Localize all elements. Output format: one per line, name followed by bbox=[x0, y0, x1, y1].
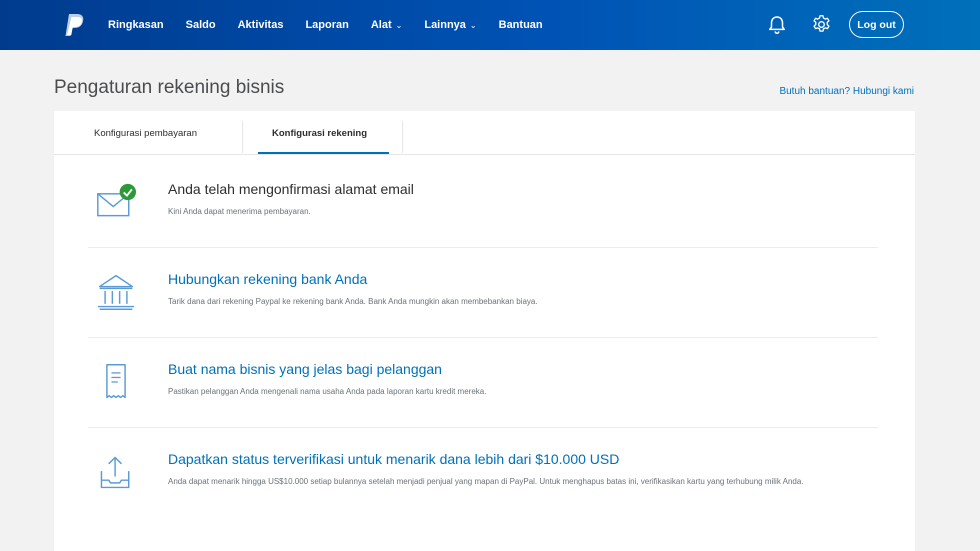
paypal-logo-icon[interactable] bbox=[64, 13, 86, 37]
nav-label: Alat bbox=[370, 19, 392, 31]
tab-payment-config[interactable]: Konfigurasi pembayaran bbox=[94, 111, 197, 155]
item-divider bbox=[88, 337, 878, 338]
nav-item-ringkasan[interactable]: Ringkasan bbox=[108, 19, 164, 31]
list-item-link-bank[interactable]: Hubungkan rekening bank Anda Tarik dana … bbox=[88, 271, 878, 331]
main-nav: Ringkasan Saldo Aktivitas Laporan Alat ⌄ … bbox=[108, 0, 565, 50]
nav-label: Lainnya bbox=[424, 19, 466, 31]
item-divider bbox=[88, 427, 878, 428]
nav-item-aktivitas[interactable]: Aktivitas bbox=[238, 19, 284, 31]
nav-item-bantuan[interactable]: Bantuan bbox=[499, 19, 543, 31]
bank-icon bbox=[97, 274, 135, 310]
active-tab-indicator bbox=[258, 152, 389, 154]
nav-label: Laporan bbox=[305, 19, 349, 31]
logout-button[interactable]: Log out bbox=[849, 11, 904, 38]
list-item-verified-status[interactable]: Dapatkan status terverifikasi untuk mena… bbox=[88, 451, 878, 521]
item-title: Anda telah mengonfirmasi alamat email bbox=[168, 181, 414, 197]
nav-item-alat[interactable]: Alat ⌄ bbox=[371, 19, 402, 31]
tab-account-config[interactable]: Konfigurasi rekening bbox=[272, 111, 367, 155]
tab-bar: Konfigurasi pembayaran Konfigurasi reken… bbox=[54, 111, 915, 155]
list-item-email-confirmed: Anda telah mengonfirmasi alamat email Ki… bbox=[88, 181, 878, 241]
envelope-check-icon bbox=[97, 183, 136, 217]
item-description: Pastikan pelanggan Anda mengenali nama u… bbox=[168, 387, 487, 396]
tab-divider bbox=[402, 121, 403, 153]
settings-card: Konfigurasi pembayaran Konfigurasi reken… bbox=[54, 111, 915, 551]
nav-item-lainnya[interactable]: Lainnya ⌄ bbox=[424, 19, 476, 31]
nav-label: Ringkasan bbox=[108, 19, 164, 31]
item-title[interactable]: Hubungkan rekening bank Anda bbox=[168, 271, 367, 287]
item-title[interactable]: Dapatkan status terverifikasi untuk mena… bbox=[168, 451, 619, 467]
nav-label: Saldo bbox=[185, 19, 216, 31]
item-description: Anda dapat menarik hingga US$10.000 seti… bbox=[168, 477, 804, 486]
chevron-down-icon: ⌄ bbox=[395, 20, 403, 30]
item-divider bbox=[88, 247, 878, 248]
item-title[interactable]: Buat nama bisnis yang jelas bagi pelangg… bbox=[168, 361, 442, 377]
help-contact-link[interactable]: Butuh bantuan? Hubungi kami bbox=[779, 86, 914, 97]
item-description: Tarik dana dari rekening Paypal ke reken… bbox=[168, 297, 538, 306]
receipt-icon bbox=[106, 364, 126, 399]
nav-item-saldo[interactable]: Saldo bbox=[186, 19, 216, 31]
gear-icon[interactable] bbox=[811, 14, 832, 35]
tab-divider bbox=[242, 121, 243, 153]
bell-icon[interactable] bbox=[768, 15, 786, 35]
upload-tray-icon bbox=[100, 456, 130, 489]
item-description: Kini Anda dapat menerima pembayaran. bbox=[168, 207, 311, 216]
page-title: Pengaturan rekening bisnis bbox=[54, 77, 285, 98]
top-navigation-bar: Ringkasan Saldo Aktivitas Laporan Alat ⌄ … bbox=[0, 0, 980, 50]
nav-label: Aktivitas bbox=[237, 19, 284, 31]
list-item-business-name[interactable]: Buat nama bisnis yang jelas bagi pelangg… bbox=[88, 361, 878, 421]
nav-label: Bantuan bbox=[498, 19, 543, 31]
chevron-down-icon: ⌄ bbox=[469, 20, 477, 30]
nav-item-laporan[interactable]: Laporan bbox=[305, 19, 348, 31]
